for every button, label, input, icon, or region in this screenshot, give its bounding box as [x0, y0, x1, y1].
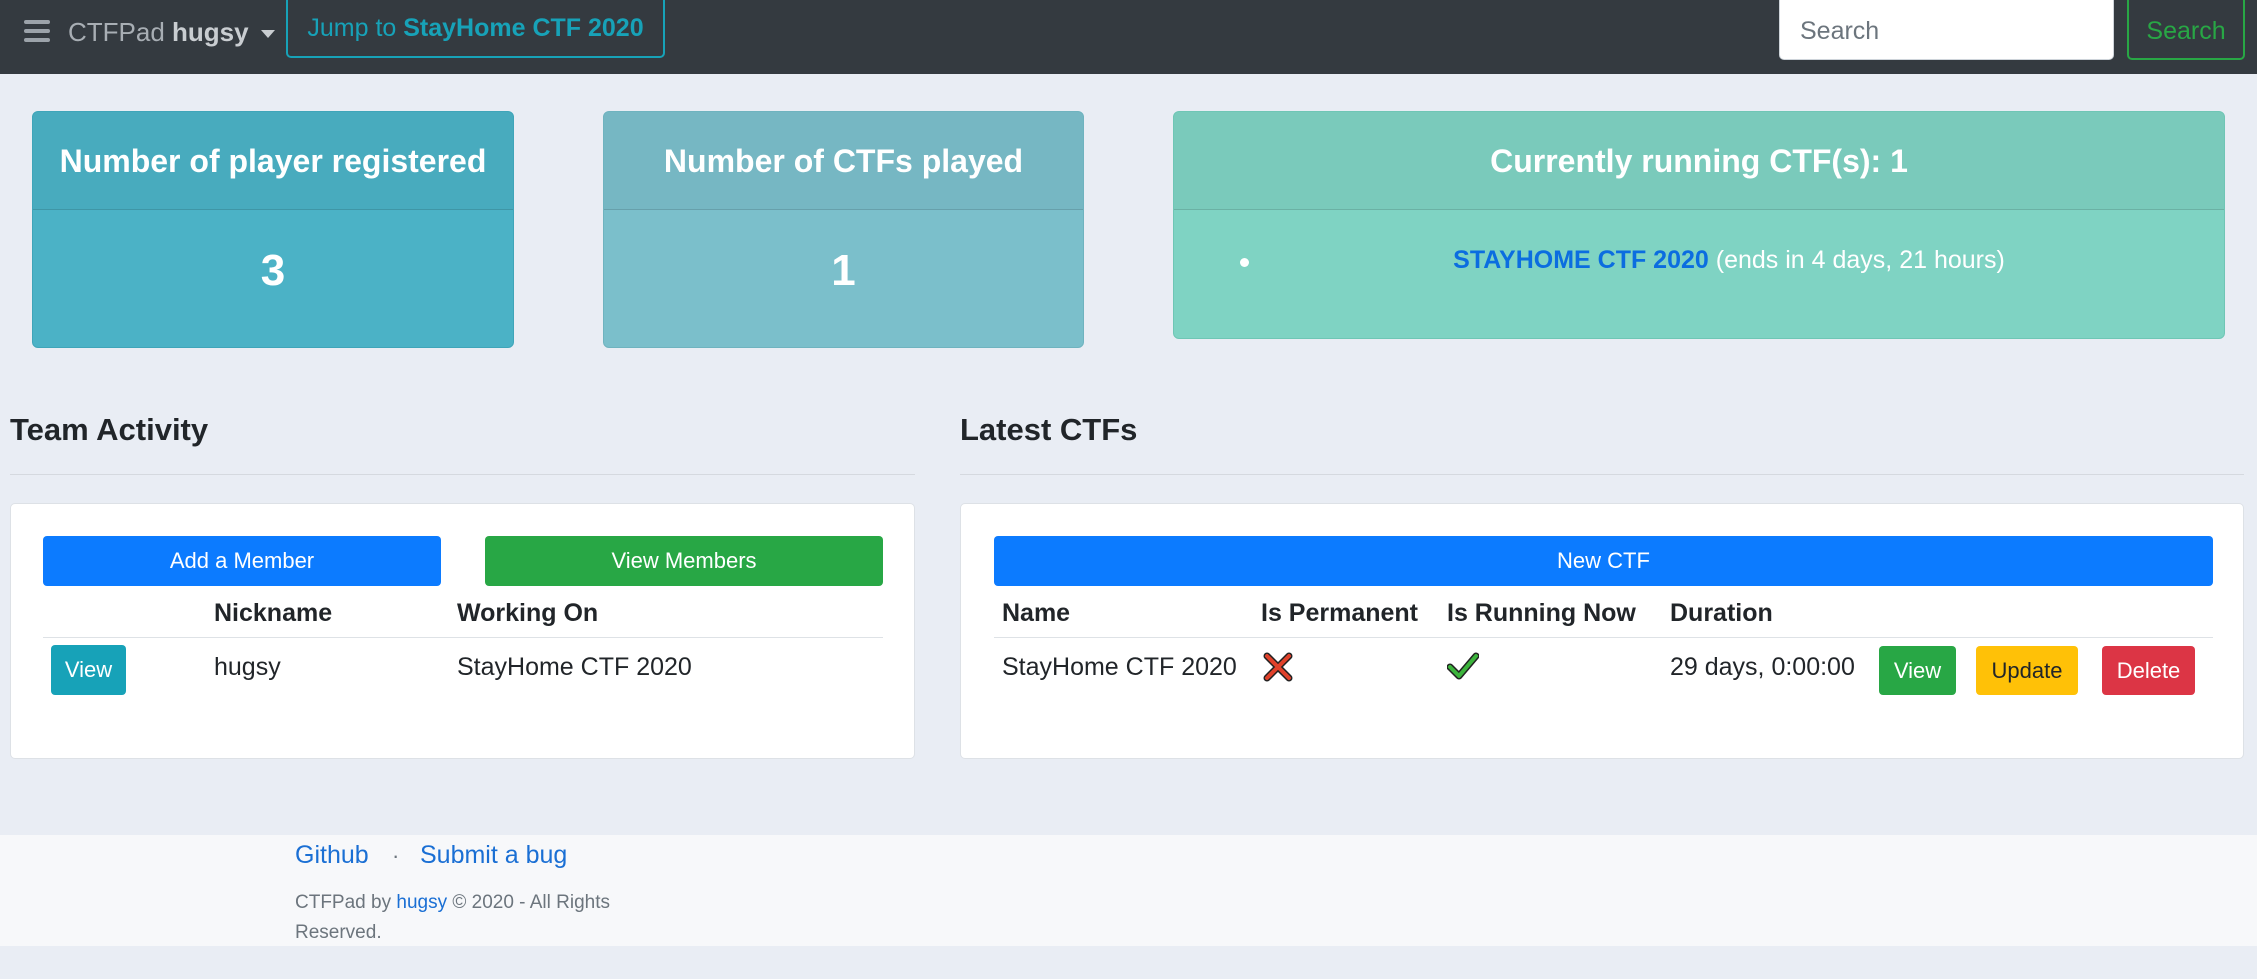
running-ctf-link[interactable]: STAYHOME CTF 2020 — [1453, 246, 1709, 274]
ctfs-played-card-title: Number of CTFs played — [604, 112, 1083, 210]
top-navbar: CTFPad hugsy Jump to StayHome CTF 2020 S… — [0, 0, 2257, 74]
copyright-user-link[interactable]: hugsy — [396, 892, 447, 913]
ctf-duration: 29 days, 0:00:00 — [1670, 653, 1855, 681]
menu-icon[interactable] — [24, 20, 50, 42]
players-count: 3 — [260, 246, 286, 295]
copyright-prefix: CTFPad by — [295, 892, 392, 913]
divider — [994, 637, 2213, 638]
divider — [960, 474, 2244, 475]
check-icon — [1447, 652, 1479, 680]
latest-ctfs-heading: Latest CTFs — [960, 412, 1138, 447]
running-ctfs-card-title: Currently running CTF(s): 1 — [1174, 112, 2224, 210]
col-is-permanent: Is Permanent — [1261, 599, 1419, 627]
add-member-button[interactable]: Add a Member — [43, 536, 441, 586]
latest-ctfs-panel: New CTF Name Is Permanent Is Running Now… — [960, 503, 2244, 759]
jump-to-ctf-button[interactable]: Jump to StayHome CTF 2020 — [286, 0, 665, 58]
footer-separator: · — [392, 843, 400, 868]
github-link[interactable]: Github — [295, 841, 369, 870]
view-members-button[interactable]: View Members — [485, 536, 883, 586]
view-ctf-button[interactable]: View — [1879, 646, 1956, 695]
col-nickname: Nickname — [214, 599, 333, 627]
cross-icon — [1263, 652, 1293, 682]
submit-bug-link[interactable]: Submit a bug — [420, 841, 567, 870]
jump-target: StayHome CTF 2020 — [403, 14, 644, 42]
team-activity-heading: Team Activity — [10, 412, 209, 447]
divider — [10, 474, 915, 475]
view-member-button[interactable]: View — [51, 645, 126, 695]
ctf-name: StayHome CTF 2020 — [1002, 653, 1237, 681]
col-working-on: Working On — [457, 599, 599, 627]
search-button[interactable]: Search — [2127, 0, 2245, 60]
ctfs-played-count: 1 — [831, 246, 856, 295]
user-name: hugsy — [172, 17, 249, 47]
new-ctf-button[interactable]: New CTF — [994, 536, 2213, 586]
col-name: Name — [1002, 599, 1071, 627]
member-working-on: StayHome CTF 2020 — [457, 653, 692, 681]
running-ctf-item: STAYHOME CTF 2020 (ends in 4 days, 21 ho… — [1174, 246, 2224, 275]
caret-down-icon — [260, 30, 275, 39]
players-card: Number of player registered 3 — [32, 111, 514, 348]
copyright: CTFPad by hugsy © 2020 - All Rights Rese… — [295, 888, 655, 948]
footer: Github · Submit a bug CTFPad by hugsy © … — [0, 835, 2257, 946]
players-card-title: Number of player registered — [33, 112, 513, 210]
col-duration: Duration — [1670, 599, 1773, 627]
jump-prefix: Jump to — [307, 14, 397, 42]
divider — [43, 637, 883, 638]
member-nickname: hugsy — [214, 653, 281, 681]
search-input[interactable]: Search — [1779, 0, 2114, 60]
running-ctfs-card: Currently running CTF(s): 1 STAYHOME CTF… — [1173, 111, 2225, 339]
update-ctf-button[interactable]: Update — [1976, 646, 2078, 695]
delete-ctf-button[interactable]: Delete — [2102, 646, 2195, 695]
team-activity-panel: Add a Member View Members Nickname Worki… — [10, 503, 915, 759]
brand-link[interactable]: CTFPad — [68, 17, 165, 48]
user-dropdown[interactable]: hugsy — [172, 17, 275, 48]
col-is-running-now: Is Running Now — [1447, 599, 1636, 627]
running-ctf-note: (ends in 4 days, 21 hours) — [1715, 246, 2005, 274]
ctfs-played-card: Number of CTFs played 1 — [603, 111, 1084, 348]
